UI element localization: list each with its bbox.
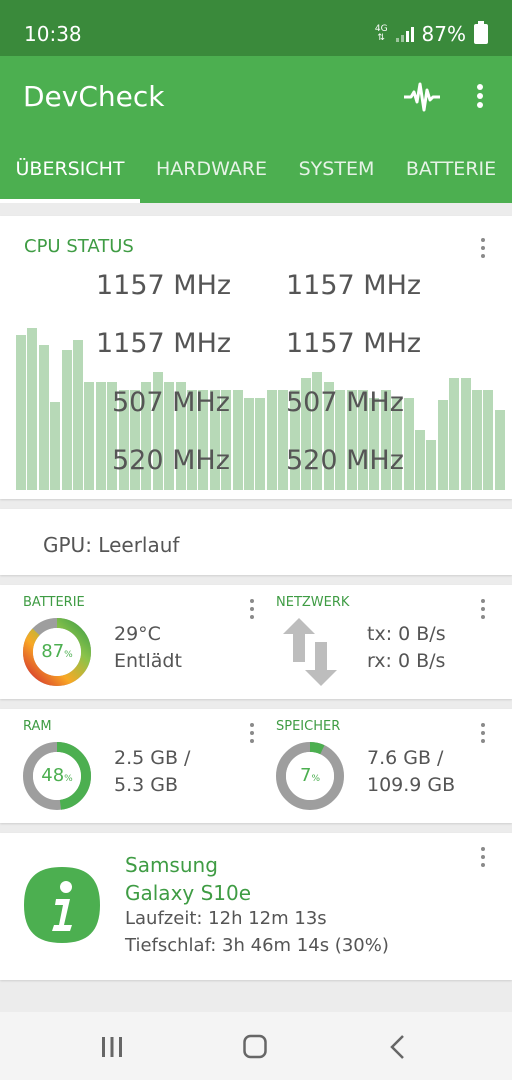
cpu-core-5-freq: 507 MHz	[112, 387, 230, 418]
cpu-history-bar	[61, 350, 72, 490]
cpu-history-bar	[494, 410, 505, 490]
cpu-history-bar	[244, 398, 254, 490]
storage-used: 7.6 GB /	[367, 747, 444, 769]
cpu-history-bar	[84, 382, 95, 490]
pulse-icon[interactable]	[404, 80, 440, 114]
device-info: Laufzeit: 12h 12m 13s Tiefschlaf: 3h 46m…	[125, 905, 389, 959]
network-type-label: 4G	[374, 24, 388, 34]
cpu-status-title: CPU STATUS	[24, 236, 134, 257]
gpu-card[interactable]: GPU: Leerlauf	[0, 509, 512, 575]
cpu-core-4-freq: 1157 MHz	[286, 328, 422, 359]
storage-gauge-number: 7	[299, 765, 312, 786]
tab-bar: ÜBERSICHT HARDWARE SYSTEM BATTERIE	[0, 148, 512, 203]
device-model: Galaxy S10e	[125, 881, 252, 905]
cpu-history-bar	[232, 390, 243, 490]
cpu-history-bar	[426, 440, 437, 490]
cpu-history-bar	[16, 335, 26, 490]
status-icons: 4G ⇅ 87%	[374, 21, 488, 46]
battery-percent-status: 87%	[421, 22, 466, 46]
network-label: NETZWERK	[276, 595, 350, 610]
tab-hardware[interactable]: HARDWARE	[140, 148, 283, 203]
ram-total: 5.3 GB	[114, 774, 179, 796]
ram-menu-icon[interactable]	[244, 721, 260, 747]
ram-used: 2.5 GB /	[114, 747, 191, 769]
storage-total: 109.9 GB	[367, 774, 456, 796]
signal-icon	[395, 26, 414, 42]
device-card[interactable]: Samsung Galaxy S10e Laufzeit: 12h 12m 13…	[0, 833, 512, 980]
device-menu-icon[interactable]	[475, 845, 491, 871]
info-icon	[24, 867, 100, 943]
status-bar: 10:38 4G ⇅ 87%	[0, 0, 512, 56]
app-bar: DevCheck ÜBERSICHT HARDWARE SYSTEM BATTE…	[0, 56, 512, 203]
battery-label: BATTERIE	[23, 595, 85, 610]
network-tx: tx: 0 B/s	[367, 623, 446, 645]
battery-gauge-value: 87%	[22, 617, 92, 687]
cpu-history-bar	[483, 390, 494, 490]
ram-storage-card[interactable]: RAM 48% 2.5 GB / 5.3 GB SPEICHER 7% 7.6 …	[0, 709, 512, 823]
battery-gauge-unit: %	[64, 650, 73, 660]
network-menu-icon[interactable]	[475, 597, 491, 623]
battery-icon	[474, 21, 488, 44]
cpu-history-bar	[27, 328, 38, 490]
recent-apps-icon[interactable]	[92, 1034, 132, 1060]
tab-system[interactable]: SYSTEM	[283, 148, 390, 203]
network-rx: rx: 0 B/s	[367, 650, 446, 672]
device-name: Samsung Galaxy S10e	[125, 851, 251, 907]
cpu-core-1-freq: 1157 MHz	[96, 270, 232, 301]
home-icon[interactable]	[235, 1034, 275, 1060]
cpu-history-bar	[38, 345, 49, 490]
cpu-history-bar	[437, 400, 448, 490]
cpu-core-2-freq: 1157 MHz	[286, 270, 422, 301]
more-vert-icon[interactable]	[470, 80, 490, 114]
cpu-core-7-freq: 520 MHz	[112, 445, 230, 476]
cpu-history-bar	[73, 340, 83, 490]
ram-gauge-number: 48	[41, 765, 65, 786]
tab-batterie[interactable]: BATTERIE	[390, 148, 512, 203]
cpu-history-bar	[415, 430, 425, 490]
ram-label: RAM	[23, 719, 52, 734]
cpu-history-graph	[16, 316, 512, 490]
cpu-history-bar	[255, 398, 266, 490]
cpu-core-6-freq: 507 MHz	[286, 387, 404, 418]
battery-network-card[interactable]: BATTERIE 87% 29°C Entlädt NETZWERK tx: 0…	[0, 585, 512, 699]
system-navigation-bar	[0, 1012, 512, 1080]
cpu-status-card[interactable]: CPU STATUS 1157 MHz 1157 MHz 1157 MHz 11…	[0, 216, 512, 499]
device-uptime: Laufzeit: 12h 12m 13s	[125, 908, 327, 929]
cpu-history-bar	[50, 402, 61, 490]
battery-temperature: 29°C	[114, 623, 161, 645]
cpu-core-8-freq: 520 MHz	[286, 445, 404, 476]
storage-gauge-value: 7%	[275, 741, 345, 811]
storage-gauge-unit: %	[311, 774, 320, 784]
storage-menu-icon[interactable]	[475, 721, 491, 747]
cpu-history-bar	[95, 382, 106, 490]
network-type-icon: 4G ⇅	[374, 24, 388, 43]
cpu-history-bar	[403, 398, 414, 490]
battery-gauge: 87%	[22, 617, 92, 687]
storage-gauge: 7%	[275, 741, 345, 811]
back-icon[interactable]	[378, 1034, 418, 1060]
device-deep-sleep: Tiefschlaf: 3h 46m 14s (30%)	[125, 935, 389, 956]
network-transfer-icon	[283, 618, 337, 686]
gpu-status: GPU: Leerlauf	[43, 533, 180, 557]
tab-uebersicht[interactable]: ÜBERSICHT	[0, 148, 140, 203]
battery-state: Entlädt	[114, 650, 182, 672]
cpu-card-menu-icon[interactable]	[475, 236, 491, 262]
battery-menu-icon[interactable]	[244, 597, 260, 623]
ram-gauge: 48%	[22, 741, 92, 811]
cpu-core-3-freq: 1157 MHz	[96, 328, 232, 359]
ram-gauge-unit: %	[64, 774, 73, 784]
cpu-history-bar	[460, 378, 471, 490]
cpu-history-bar	[449, 378, 460, 490]
status-time: 10:38	[24, 22, 82, 46]
battery-gauge-number: 87	[41, 641, 65, 662]
ram-gauge-value: 48%	[22, 741, 92, 811]
app-title: DevCheck	[23, 80, 165, 113]
storage-label: SPEICHER	[276, 719, 341, 734]
device-brand: Samsung	[125, 853, 218, 877]
cpu-history-bar	[266, 390, 277, 490]
cpu-history-bar	[472, 390, 482, 490]
